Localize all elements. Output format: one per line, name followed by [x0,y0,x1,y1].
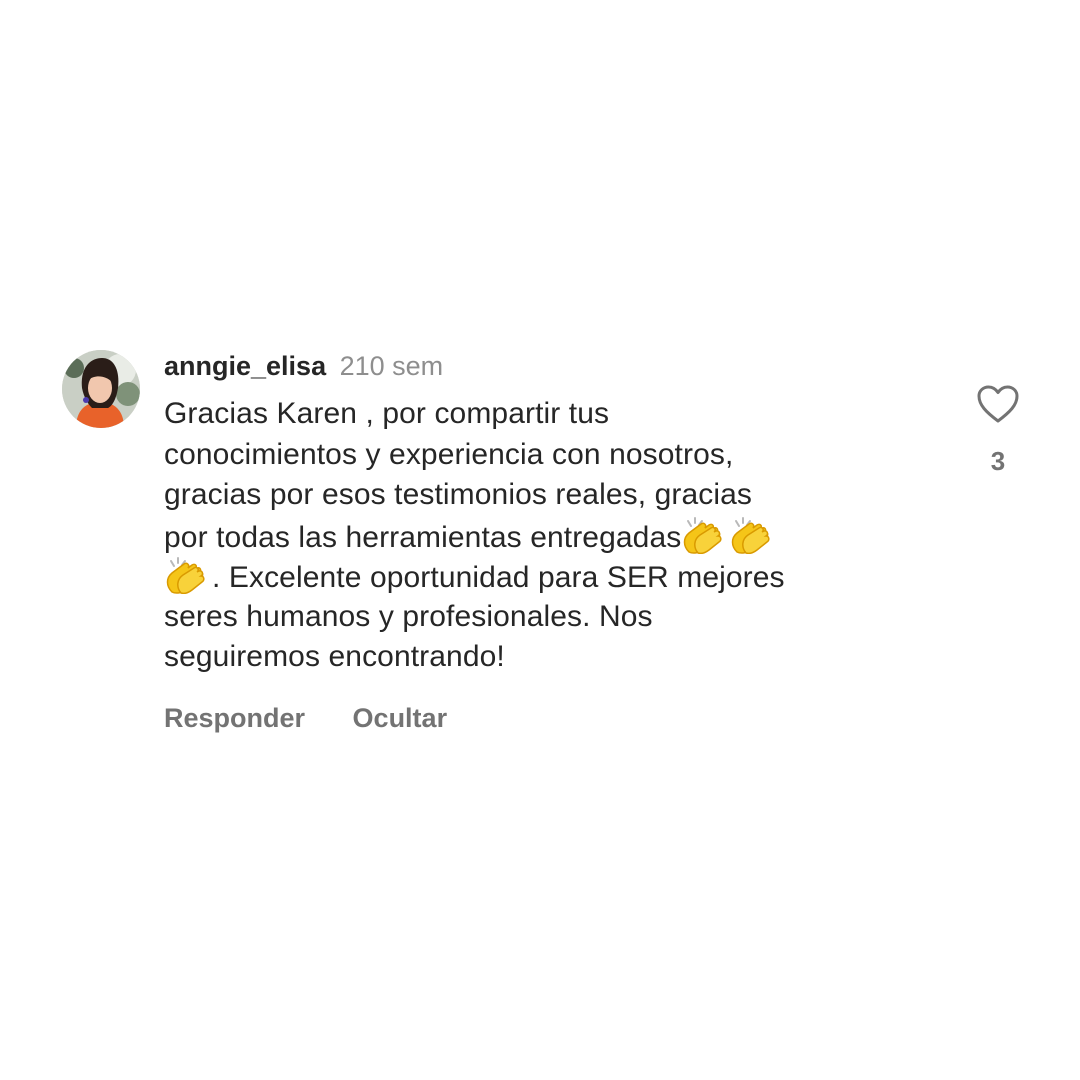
like-count: 3 [990,446,1006,476]
hide-button[interactable]: Ocultar [353,703,448,733]
clapping-hands-icon [681,516,723,554]
reply-button[interactable]: Responder [164,703,305,733]
comment-meta: anngie_elisa 210 sem [164,348,904,384]
comment-line: . Excelente oportunidad para SER mejores [164,556,904,597]
comment-time: 210 sem [339,351,444,381]
like-control: 3 [976,384,1020,477]
comment-body: anngie_elisa 210 sem Gracias Karen , por… [164,348,904,734]
username[interactable]: anngie_elisa [164,351,326,381]
comment-line-text: por todas las herramientas entregadas [164,520,682,554]
comment-screen: anngie_elisa 210 sem Gracias Karen , por… [0,0,1080,1080]
clapping-hands-icon [729,516,771,554]
avatar[interactable] [62,350,140,428]
clapping-hands-icon [164,556,206,594]
comment-line: por todas las herramientas entregadas [164,516,904,557]
comment-text: Gracias Karen , por compartir tus conoci… [164,394,904,678]
comment-actions: Responder Ocultar [164,703,904,734]
comment-line: gracias por esos testimonios reales, gra… [164,478,752,511]
comment-line: conocimientos y experiencia con nosotros… [164,437,734,471]
avatar-image [62,350,140,428]
comment: anngie_elisa 210 sem Gracias Karen , por… [62,348,1032,738]
comment-line: seguiremos encontrando! [164,640,505,673]
comment-line: seres humanos y profesionales. Nos [164,599,653,633]
heart-outline-icon[interactable] [976,384,1020,424]
comment-line-text: . Excelente oportunidad para SER mejores [212,561,785,594]
comment-line: Gracias Karen , por compartir tus [164,397,610,430]
